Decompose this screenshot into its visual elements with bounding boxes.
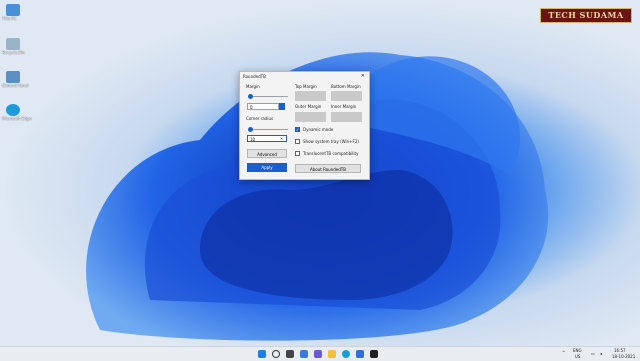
margin-label: Margin <box>246 84 260 89</box>
pc-icon <box>6 4 20 16</box>
corner-radius-slider-thumb[interactable] <box>248 127 253 132</box>
volume-icon[interactable]: ◂ <box>600 351 602 356</box>
top-margin-label: Top Margin <box>295 84 317 89</box>
desktop-icon-label: Control Panel <box>2 83 29 88</box>
dynamic-mode-checkbox[interactable]: ✓ <box>295 127 300 132</box>
desktop-wallpaper: This PC Recycle Bin Control Panel Micros… <box>0 0 640 346</box>
translucenttb-label: TranslucentTB compatibility <box>303 151 359 156</box>
about-button[interactable]: About RoundedTB <box>295 164 361 173</box>
corner-radius-slider[interactable] <box>248 127 288 132</box>
widgets-icon[interactable] <box>300 350 308 358</box>
taskbar: ^ ENG US ▭ ◂ 16:57 18-10-2021 <box>0 346 640 361</box>
dynamic-mode-label: Dynamic mode <box>303 127 334 132</box>
margin-input[interactable]: 0 <box>247 103 279 110</box>
clock-time[interactable]: 16:57 <box>614 348 626 353</box>
watermark-logo: TECH SUDAMA <box>540 8 632 23</box>
network-icon[interactable]: ▭ <box>591 351 595 356</box>
edge-icon[interactable] <box>342 350 350 358</box>
inner-margin-label: Inner Margin <box>331 104 357 109</box>
file-explorer-icon[interactable] <box>328 350 336 358</box>
language-indicator[interactable]: ENG <box>573 348 582 353</box>
desktop-icon-label: This PC <box>2 16 17 21</box>
show-system-tray-label: Show system tray (Win+F2) <box>303 139 359 144</box>
store-icon[interactable] <box>356 350 364 358</box>
control-panel-icon <box>6 71 20 83</box>
clear-input-icon[interactable]: ✕ <box>280 136 283 141</box>
outer-margin-label: Outer Margin <box>295 104 322 109</box>
bottom-margin-label: Bottom Margin <box>331 84 361 89</box>
task-view-icon[interactable] <box>286 350 294 358</box>
top-margin-field[interactable] <box>295 91 326 101</box>
show-system-tray-checkbox[interactable] <box>295 139 300 144</box>
desktop-icon-this-pc[interactable]: This PC <box>2 4 24 21</box>
close-icon[interactable]: ✕ <box>361 73 365 79</box>
terminal-icon[interactable] <box>370 350 378 358</box>
corner-radius-label: Corner radius <box>246 116 274 121</box>
translucenttb-checkbox[interactable] <box>295 151 300 156</box>
margin-spin-button[interactable] <box>279 103 285 110</box>
bottom-margin-field[interactable] <box>331 91 362 101</box>
region-indicator: US <box>575 354 581 359</box>
margin-slider-thumb[interactable] <box>248 94 253 99</box>
desktop-icon-edge[interactable]: Microsoft Edge <box>2 104 32 121</box>
windows-start-icon[interactable] <box>258 350 266 358</box>
chat-icon[interactable] <box>314 350 322 358</box>
desktop-icon-recycle-bin[interactable]: Recycle Bin <box>2 38 25 55</box>
recycle-bin-icon <box>6 38 20 50</box>
tray-chevron-icon[interactable]: ^ <box>562 350 565 355</box>
inner-margin-field[interactable] <box>331 112 362 122</box>
edge-icon <box>6 104 20 116</box>
desktop-icon-control-panel[interactable]: Control Panel <box>2 71 29 88</box>
margin-slider[interactable] <box>248 94 288 99</box>
apply-button[interactable]: Apply <box>247 163 287 172</box>
desktop-icon-label: Microsoft Edge <box>2 116 32 121</box>
advanced-button[interactable]: Advanced <box>247 149 287 158</box>
desktop-icon-label: Recycle Bin <box>2 50 26 55</box>
clock-date[interactable]: 18-10-2021 <box>612 354 635 359</box>
outer-margin-field[interactable] <box>295 112 326 122</box>
dialog-title: RoundedTB <box>243 74 266 79</box>
roundedtb-dialog: RoundedTB ✕ Margin 0 Corner radius 10 ✕ … <box>239 71 370 180</box>
search-icon[interactable] <box>272 350 280 358</box>
